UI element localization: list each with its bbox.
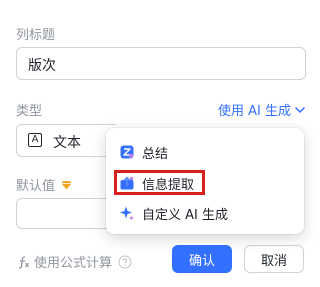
type-select[interactable]: A 文本 <box>16 124 116 157</box>
menu-item-custom-ai-label: 自定义 AI 生成 <box>142 207 228 223</box>
default-value-label: 默认值 <box>16 175 72 194</box>
menu-item-custom-ai[interactable]: 自定义 AI 生成 <box>120 201 228 225</box>
premium-diamond-icon <box>61 180 72 189</box>
use-formula-label: 使用公式计算 <box>34 256 113 271</box>
type-select-value: 文本 <box>53 135 81 151</box>
menu-item-summary[interactable]: 总结 <box>120 140 168 164</box>
ai-generate-link-text: 使用 AI 生成 <box>218 104 291 119</box>
text-type-icon: A <box>28 133 42 147</box>
column-title-value: 版次 <box>28 58 56 74</box>
use-formula-option[interactable]: 使用公式计算 <box>16 252 132 271</box>
formula-icon <box>18 255 29 269</box>
column-title-label: 列标题 <box>16 28 56 43</box>
chevron-down-icon <box>295 106 305 113</box>
cancel-button[interactable]: 取消 <box>244 245 304 273</box>
highlight-box <box>114 170 205 195</box>
column-title-input[interactable]: 版次 <box>16 47 306 80</box>
default-value-input[interactable] <box>16 198 116 229</box>
type-label: 类型 <box>16 104 43 119</box>
menu-item-summary-label: 总结 <box>142 146 169 162</box>
ai-generate-link[interactable]: 使用 AI 生成 <box>218 100 305 119</box>
confirm-button[interactable]: 确认 <box>172 245 232 273</box>
sparkle-icon <box>120 206 134 220</box>
summary-icon <box>120 145 134 159</box>
question-circle-icon[interactable] <box>118 255 132 269</box>
